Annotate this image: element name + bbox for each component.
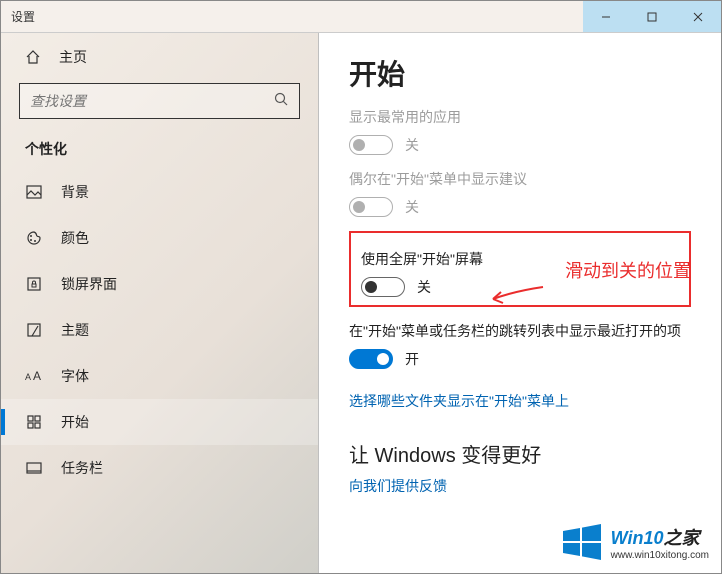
start-icon: [25, 414, 43, 430]
annotation-text: 滑动到关的位置: [565, 257, 691, 283]
toggle-suggestions: [349, 197, 393, 217]
sidebar-section-title: 个性化: [1, 133, 318, 169]
theme-icon: [25, 322, 43, 338]
setting-label-suggestions: 偶尔在"开始"菜单中显示建议: [349, 169, 691, 189]
sidebar-item-label: 主题: [61, 320, 89, 340]
sidebar-item-label: 字体: [61, 366, 89, 386]
sidebar-home-label: 主页: [59, 47, 87, 67]
section-heading-better: 让 Windows 变得更好: [349, 439, 691, 468]
toggle-state: 开: [405, 349, 419, 369]
toggle-state: 关: [405, 135, 419, 155]
sidebar-item-fonts[interactable]: AA 字体: [1, 353, 318, 399]
sidebar-item-lockscreen[interactable]: 锁屏界面: [1, 261, 318, 307]
window-controls: [583, 1, 721, 32]
sidebar-item-taskbar[interactable]: 任务栏: [1, 445, 318, 491]
sidebar-item-label: 开始: [61, 412, 89, 432]
svg-text:A: A: [33, 369, 41, 383]
search-icon: [273, 91, 289, 112]
watermark-brand-1: Win10: [611, 528, 664, 548]
lock-screen-icon: [25, 276, 43, 292]
toggle-most-used-apps: [349, 135, 393, 155]
sidebar-item-label: 颜色: [61, 228, 89, 248]
sidebar-item-label: 任务栏: [61, 458, 103, 478]
setting-label-jumplist: 在"开始"菜单或任务栏的跳转列表中显示最近打开的项: [349, 321, 691, 341]
link-choose-folders[interactable]: 选择哪些文件夹显示在"开始"菜单上: [349, 391, 569, 411]
sidebar-item-background[interactable]: 背景: [1, 169, 318, 215]
search-input[interactable]: [19, 83, 300, 119]
window-title: 设置: [11, 8, 35, 25]
minimize-button[interactable]: [583, 1, 629, 32]
toggle-fullscreen-start[interactable]: [361, 277, 405, 297]
font-icon: AA: [25, 368, 43, 384]
watermark-url: www.win10xitong.com: [611, 550, 709, 561]
sidebar-home[interactable]: 主页: [1, 33, 318, 77]
palette-icon: [25, 230, 43, 246]
watermark: Win10之家 www.win10xitong.com: [561, 521, 709, 563]
toggle-jumplist[interactable]: [349, 349, 393, 369]
sidebar: 主页 个性化 背景 颜色 锁屏界面 主题: [1, 33, 319, 573]
sidebar-item-start[interactable]: 开始: [1, 399, 318, 445]
toggle-state: 关: [405, 197, 419, 217]
toggle-state: 关: [417, 277, 431, 297]
titlebar: 设置: [1, 1, 721, 33]
sidebar-item-label: 锁屏界面: [61, 274, 117, 294]
home-icon: [25, 49, 41, 65]
sidebar-nav: 背景 颜色 锁屏界面 主题 AA 字体 开始: [1, 169, 318, 491]
sidebar-item-label: 背景: [61, 182, 89, 202]
sidebar-item-colors[interactable]: 颜色: [1, 215, 318, 261]
windows-logo-icon: [561, 521, 603, 563]
annotation-arrow-icon: [485, 283, 545, 313]
image-icon: [25, 184, 43, 200]
taskbar-icon: [25, 460, 43, 476]
close-button[interactable]: [675, 1, 721, 32]
setting-label-most-used-apps: 显示最常用的应用: [349, 107, 691, 127]
link-feedback[interactable]: 向我们提供反馈: [349, 476, 447, 496]
maximize-button[interactable]: [629, 1, 675, 32]
svg-text:A: A: [25, 372, 31, 382]
page-title: 开始: [349, 53, 691, 93]
search-field[interactable]: [30, 93, 273, 109]
watermark-brand-2: 之家: [663, 528, 699, 548]
content-area: 开始 显示最常用的应用 关 偶尔在"开始"菜单中显示建议 关 使用全屏"开始"屏…: [319, 33, 721, 573]
sidebar-item-themes[interactable]: 主题: [1, 307, 318, 353]
